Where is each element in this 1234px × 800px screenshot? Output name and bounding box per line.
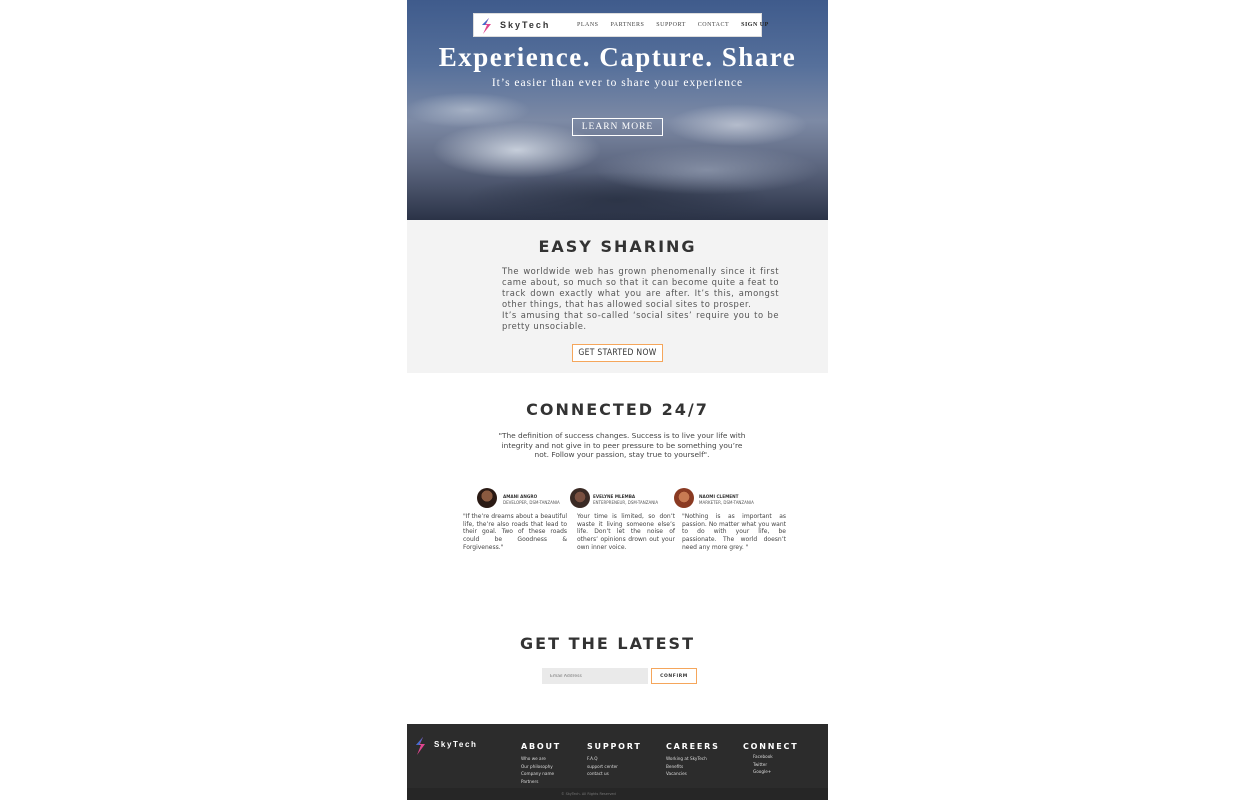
footer-link[interactable]: support center bbox=[587, 763, 642, 771]
footer-column-support: SUPPORT F.A.Q support center contact us bbox=[587, 742, 642, 778]
email-input[interactable] bbox=[542, 668, 648, 684]
footer-heading: SUPPORT bbox=[587, 742, 642, 751]
top-nav: SkyTech PLANS PARTNERS SUPPORT CONTACT S… bbox=[473, 13, 768, 37]
footer-heading: ABOUT bbox=[521, 742, 562, 751]
get-started-button[interactable]: GET STARTED NOW bbox=[572, 344, 663, 362]
hero-subtitle: It’s easier than ever to share your expe… bbox=[491, 77, 744, 89]
page: SkyTech PLANS PARTNERS SUPPORT CONTACT S… bbox=[407, 0, 828, 800]
footer-bottom-bar: © SkyTech. All Rights Reserved bbox=[407, 788, 828, 800]
connected-title: CONNECTED 24/7 bbox=[526, 400, 709, 419]
skytech-logo-icon[interactable] bbox=[479, 17, 493, 35]
easy-sharing-title: EASY SHARING bbox=[538, 237, 697, 256]
easy-sharing-text: The worldwide web has grown phenomenally… bbox=[502, 266, 779, 332]
footer-links: Working at SkyTech Benefits Vacancies bbox=[666, 755, 720, 778]
nav-link-plans[interactable]: PLANS bbox=[577, 22, 599, 28]
testimonial-name: NAOMI CLEMENT bbox=[699, 494, 739, 499]
footer-brand-name[interactable]: SkyTech bbox=[434, 740, 478, 749]
footer-links: F.A.Q support center contact us bbox=[587, 755, 642, 778]
footer-column-careers: CAREERS Working at SkyTech Benefits Vaca… bbox=[666, 742, 720, 778]
hero-section: SkyTech PLANS PARTNERS SUPPORT CONTACT S… bbox=[407, 0, 828, 220]
footer-link-facebook[interactable]: Facebook bbox=[753, 753, 798, 761]
easy-sharing-paragraph-1: The worldwide web has grown phenomenally… bbox=[502, 266, 779, 309]
nav-links: PLANS PARTNERS SUPPORT CONTACT SIGN UP bbox=[577, 22, 769, 28]
testimonial-text: "If the’re dreams about a beautiful life… bbox=[463, 513, 568, 551]
brand-name[interactable]: SkyTech bbox=[500, 20, 550, 30]
get-the-latest-title: GET THE LATEST bbox=[520, 634, 695, 653]
footer-column-connect: CONNECT Facebook Twitter Google+ bbox=[743, 742, 798, 776]
success-quote: "The definition of success changes. Succ… bbox=[498, 431, 746, 460]
testimonial-text: "Nothing is as important as passion. No … bbox=[682, 513, 786, 551]
easy-sharing-section: EASY SHARING The worldwide web has grown… bbox=[407, 220, 828, 373]
hero-title: Experience. Capture. Share bbox=[438, 42, 797, 72]
testimonial-role: MARKETER, DSM-TANZANIA bbox=[699, 500, 754, 505]
avatar bbox=[570, 488, 590, 508]
footer-link-twitter[interactable]: Twitter bbox=[753, 761, 798, 769]
testimonial-name: AMANI ANGRO bbox=[503, 494, 538, 499]
footer-link[interactable]: Partners bbox=[521, 778, 561, 786]
footer-link-google-plus[interactable]: Google+ bbox=[753, 768, 798, 776]
footer: SkyTech ABOUT Who we are Our philosophy … bbox=[407, 724, 828, 800]
testimonial-role: ENTERPRENEUR, DSM-TANZANIA bbox=[593, 500, 659, 505]
footer-link[interactable]: Working at SkyTech bbox=[666, 755, 720, 763]
footer-link[interactable]: Benefits bbox=[666, 763, 720, 771]
learn-more-button[interactable]: LEARN MORE bbox=[572, 118, 663, 136]
avatar bbox=[674, 488, 694, 508]
footer-links: Who we are Our philosophy Company name P… bbox=[521, 755, 561, 785]
footer-link[interactable]: F.A.Q bbox=[587, 755, 642, 763]
footer-column-about: ABOUT Who we are Our philosophy Company … bbox=[521, 742, 561, 785]
nav-link-support[interactable]: SUPPORT bbox=[656, 22, 685, 28]
footer-link[interactable]: contact us bbox=[587, 770, 642, 778]
easy-sharing-paragraph-2: It’s amusing that so-called ‘social site… bbox=[502, 310, 779, 331]
nav-link-partners[interactable]: PARTNERS bbox=[611, 22, 645, 28]
skytech-logo-icon[interactable] bbox=[413, 736, 427, 756]
footer-link[interactable]: Our philosophy bbox=[521, 763, 561, 771]
testimonial-text: Your time is limited, so don’t waste it … bbox=[577, 513, 675, 551]
testimonial-name: EVELYNE MLEMBA bbox=[593, 494, 636, 499]
footer-link[interactable]: Vacancies bbox=[666, 770, 720, 778]
copyright-text: © SkyTech. All Rights Reserved bbox=[561, 792, 616, 796]
footer-heading: CONNECT bbox=[743, 742, 799, 751]
testimonial-role: DEVELOPER, DSM-TANZANIA bbox=[503, 500, 560, 505]
avatar bbox=[477, 488, 497, 508]
signup-link[interactable]: SIGN UP bbox=[741, 22, 769, 28]
nav-link-contact[interactable]: CONTACT bbox=[698, 22, 729, 28]
footer-heading: CAREERS bbox=[666, 742, 720, 751]
footer-link[interactable]: Company name bbox=[521, 770, 561, 778]
footer-links: Facebook Twitter Google+ bbox=[753, 753, 798, 776]
confirm-button[interactable]: CONFIRM bbox=[651, 668, 697, 684]
footer-link[interactable]: Who we are bbox=[521, 755, 561, 763]
